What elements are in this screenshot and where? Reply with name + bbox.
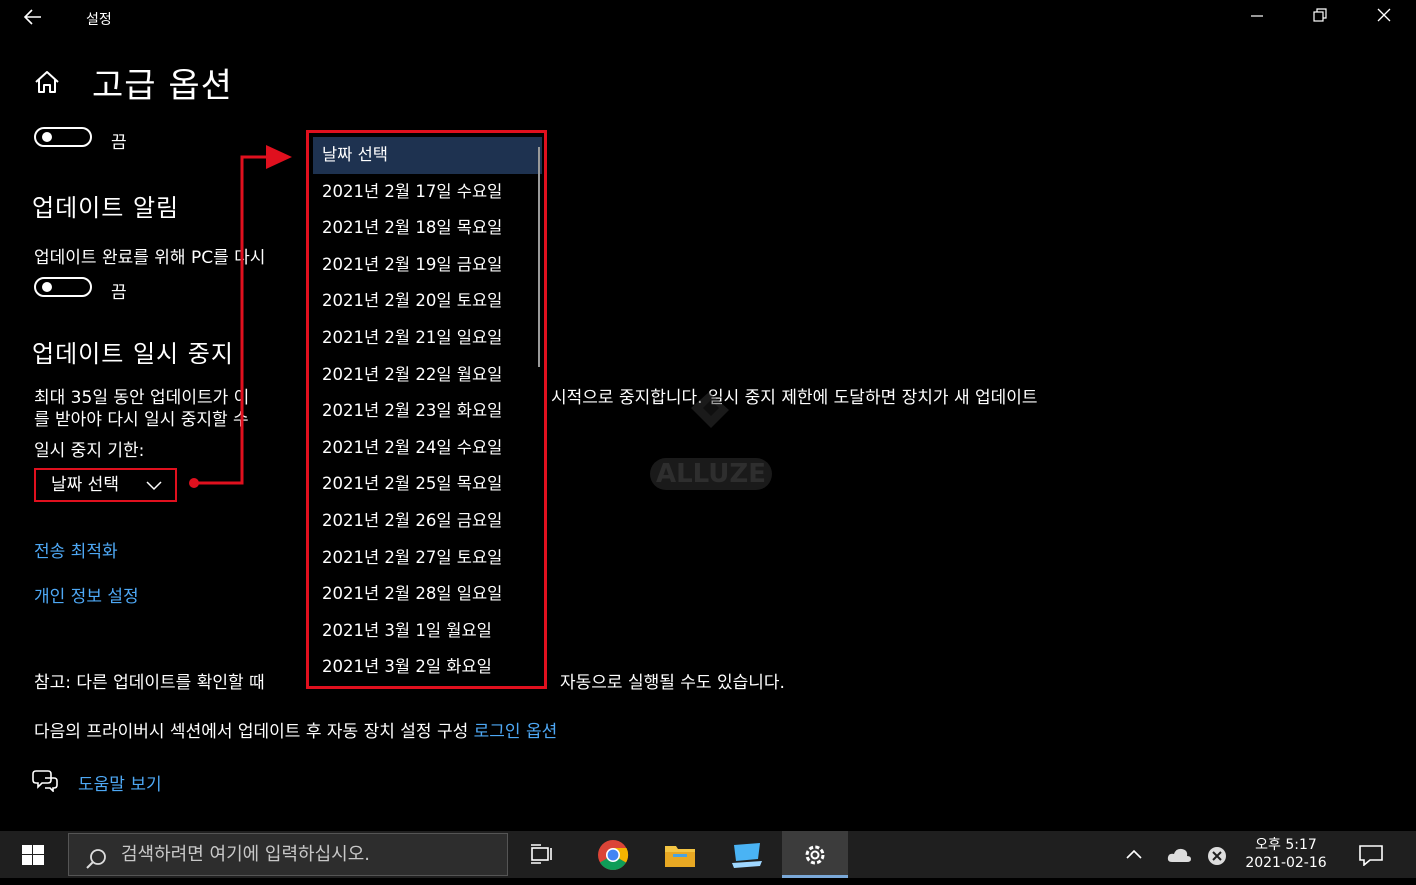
task-view-button[interactable] <box>509 831 575 878</box>
chrome-icon <box>598 840 629 871</box>
toggle-switch[interactable] <box>34 127 92 147</box>
window-title: 설정 <box>86 12 112 28</box>
link-sign-in-options[interactable]: 로그인 옵션 <box>474 722 558 742</box>
notification-center-icon[interactable] <box>1358 844 1384 870</box>
date-option[interactable]: 2021년 2월 19일 금요일 <box>313 247 542 284</box>
gear-icon <box>805 845 825 865</box>
toggle-switch-notifications[interactable] <box>34 277 92 297</box>
taskbar-app-chrome[interactable] <box>580 831 646 878</box>
clock-time[interactable]: 오후 5:17 <box>1236 834 1336 854</box>
home-icon[interactable] <box>33 68 61 96</box>
help-icon[interactable] <box>32 768 58 796</box>
date-option[interactable]: 2021년 2월 23일 화요일 <box>313 393 542 430</box>
date-option[interactable]: 2021년 2월 28일 일요일 <box>313 576 542 613</box>
taskbar-app-pc[interactable] <box>714 831 780 878</box>
pause-until-label: 일시 중지 기한: <box>34 441 145 461</box>
search-placeholder: 검색하려면 여기에 입력하십시오. <box>121 844 371 865</box>
clipped-scrolled-text <box>34 100 454 110</box>
annotation-arrow <box>189 145 292 488</box>
privacy-line: 다음의 프라이버시 섹션에서 업데이트 후 자동 장치 설정 구성 로그인 옵션 <box>34 717 557 742</box>
pause-description-part2: 시적으로 중지합니다. 일시 중지 제한에 도달하면 장치가 새 업데이트 <box>551 388 1038 408</box>
chevron-up-icon[interactable] <box>1124 845 1144 869</box>
link-delivery-optimization[interactable]: 전송 최적화 <box>34 537 118 562</box>
date-option[interactable]: 2021년 3월 1일 월요일 <box>313 613 542 650</box>
toggle-state-label: 끔 <box>111 133 127 153</box>
clock-date[interactable]: 2021-02-16 <box>1236 855 1336 871</box>
toggle-state-label: 끔 <box>111 283 127 303</box>
computer-icon <box>732 843 762 868</box>
toggle-knob <box>42 282 52 292</box>
network-disconnected-icon[interactable] <box>1206 845 1228 871</box>
date-option[interactable]: 2021년 2월 25일 목요일 <box>313 466 542 503</box>
date-picker-popup: 날짜 선택 2021년 2월 17일 수요일 2021년 2월 18일 목요일 202… <box>306 130 547 689</box>
taskbar-app-file-explorer[interactable] <box>647 831 713 878</box>
section-heading-notifications: 업데이트 알림 <box>32 194 180 222</box>
date-option[interactable]: 2021년 2월 21일 일요일 <box>313 320 542 357</box>
date-option[interactable]: 2021년 2월 20일 토요일 <box>313 283 542 320</box>
taskbar-app-settings[interactable] <box>782 831 848 878</box>
task-view-icon <box>531 844 552 864</box>
date-option[interactable]: 2021년 2월 26일 금요일 <box>313 503 542 540</box>
date-option[interactable]: 2021년 2월 17일 수요일 <box>313 174 542 211</box>
taskbar: 검색하려면 여기에 입력하십시오. 오후 5:17 2021-02-16 <box>0 831 1416 878</box>
date-option[interactable]: 2021년 2월 27일 토요일 <box>313 540 542 577</box>
title-bar: 설정 <box>0 0 1416 36</box>
note-text-part2: 자동으로 실행될 수도 있습니다. <box>560 673 785 693</box>
pause-date-dropdown[interactable]: 날짜 선택 <box>34 468 177 502</box>
dropdown-value: 날짜 선택 <box>51 475 119 495</box>
link-privacy-settings[interactable]: 개인 정보 설정 <box>34 582 139 607</box>
watermark: ALLUZE <box>650 386 776 496</box>
taskbar-search-box[interactable]: 검색하려면 여기에 입력하십시오. <box>68 833 508 876</box>
date-option[interactable]: 2021년 2월 22일 월요일 <box>313 357 542 394</box>
onedrive-cloud-icon[interactable] <box>1166 845 1192 869</box>
folder-icon <box>665 846 695 867</box>
watermark-logo-icon <box>691 392 729 428</box>
restore-button[interactable] <box>1297 4 1343 32</box>
search-icon <box>85 844 107 885</box>
date-option-list: 날짜 선택 2021년 2월 17일 수요일 2021년 2월 18일 목요일 202… <box>313 137 542 686</box>
minimize-button[interactable] <box>1234 4 1280 32</box>
back-arrow-icon[interactable] <box>22 6 46 30</box>
toggle-knob <box>42 132 52 142</box>
date-option[interactable]: 2021년 2월 18일 목요일 <box>313 210 542 247</box>
start-button[interactable] <box>0 831 66 878</box>
popup-scrollbar[interactable] <box>538 147 540 367</box>
link-get-help[interactable]: 도움말 보기 <box>78 770 162 795</box>
watermark-text: ALLUZE <box>650 458 772 490</box>
date-option[interactable]: 2021년 2월 24일 수요일 <box>313 430 542 467</box>
date-option-placeholder[interactable]: 날짜 선택 <box>313 137 542 174</box>
privacy-line-text: 다음의 프라이버시 섹션에서 업데이트 후 자동 장치 설정 구성 <box>34 722 474 742</box>
close-button[interactable] <box>1361 4 1407 32</box>
chevron-down-icon <box>145 470 163 510</box>
date-option[interactable]: 2021년 3월 2일 화요일 <box>313 649 542 686</box>
note-text-part1: 참고: 다른 업데이트를 확인할 때 <box>34 673 265 693</box>
windows-logo-icon <box>22 845 44 865</box>
